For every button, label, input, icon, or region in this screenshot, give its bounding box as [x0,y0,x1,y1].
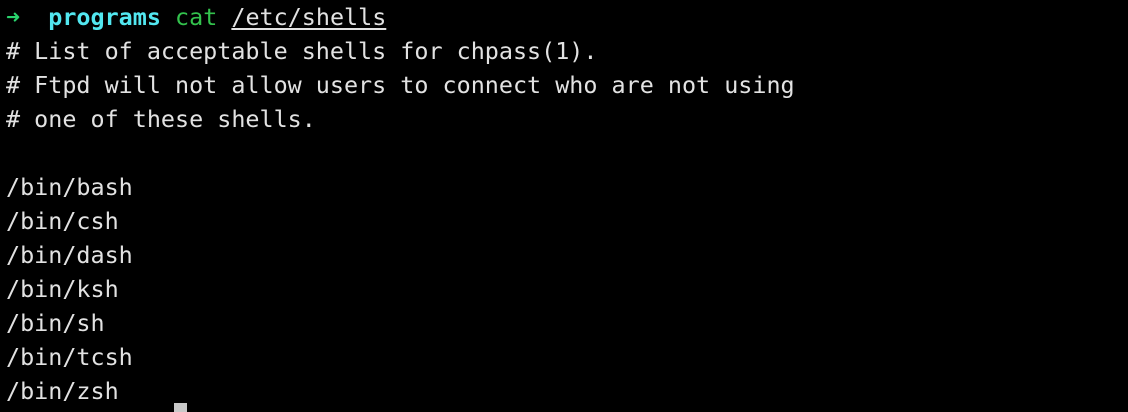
prompt-command: cat [175,3,218,31]
output-line: /bin/sh [6,309,105,337]
output-line-blank [6,136,1128,170]
output-line: /bin/csh [6,207,119,235]
output-line: # List of acceptable shells for chpass(1… [6,37,598,65]
prompt-directory: programs [48,3,161,31]
output-line: # Ftpd will not allow users to connect w… [6,71,795,99]
output-line: /bin/tcsh [6,343,133,371]
output-line: /bin/dash [6,241,133,269]
terminal-window[interactable]: ➜ programs cat /etc/shells # List of acc… [0,0,1128,412]
prompt-arrow-icon: ➜ [6,3,21,31]
output-line: # one of these shells. [6,105,316,133]
output-line: /bin/bash [6,173,133,201]
prompt-line: ➜ programs cat /etc/shells [6,0,1128,34]
prompt-argument: /etc/shells [231,3,387,31]
text-cursor [174,403,187,412]
output-line: /bin/ksh [6,275,119,303]
